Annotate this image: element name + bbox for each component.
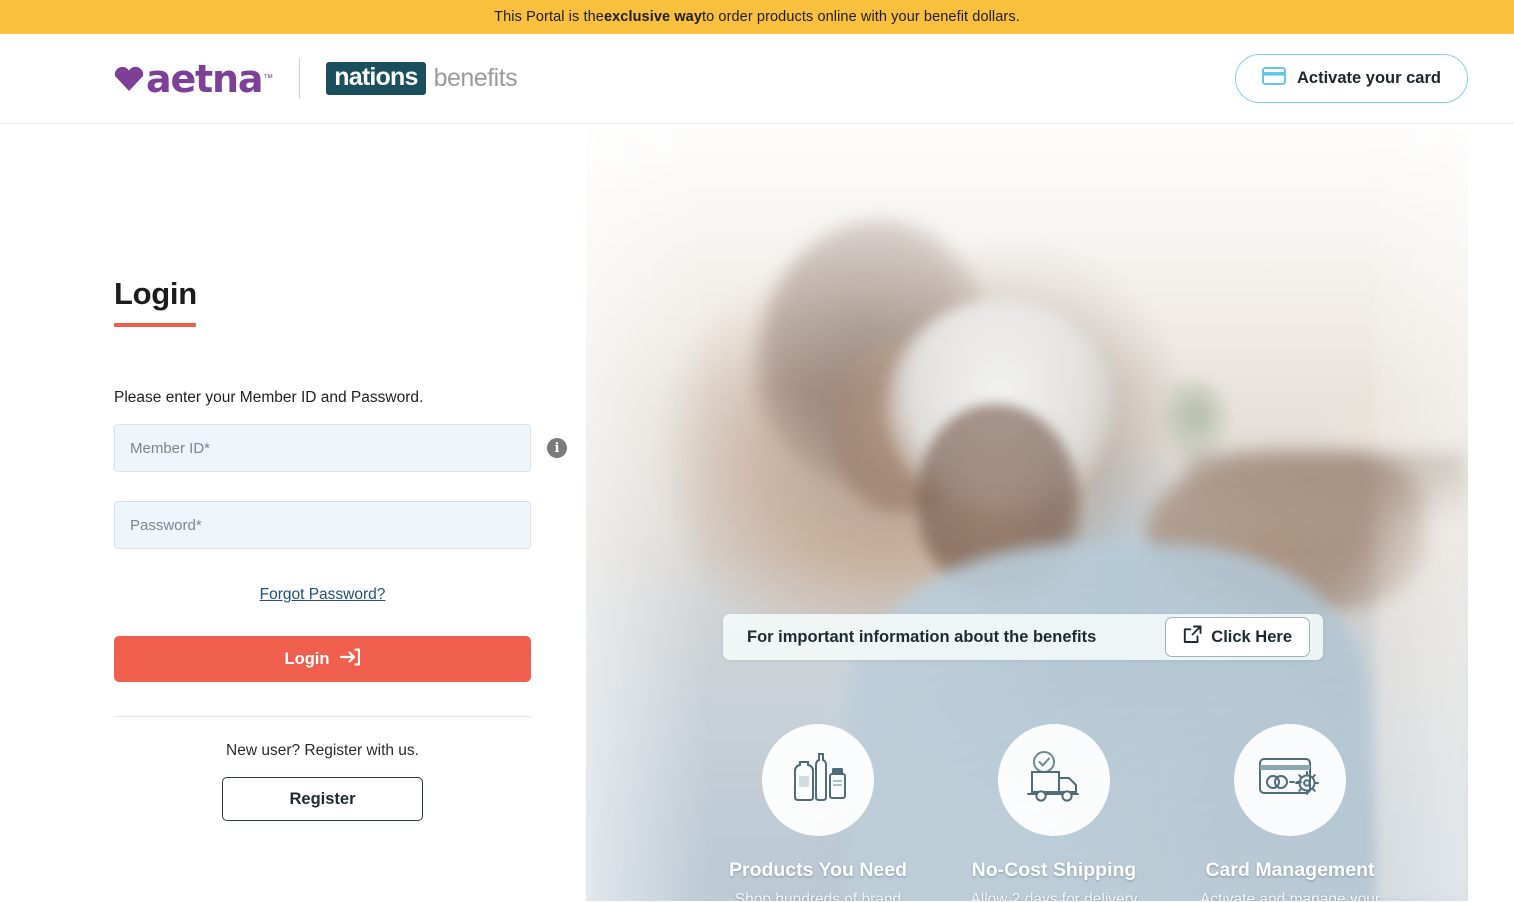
info-icon[interactable]: i — [547, 438, 567, 458]
card-settings-icon — [1257, 753, 1323, 808]
register-button[interactable]: Register — [222, 777, 423, 821]
login-panel: Login Please enter your Member ID and Pa… — [0, 124, 586, 901]
feature-description: Activate and manage your — [1199, 891, 1381, 901]
page-body: Login Please enter your Member ID and Pa… — [0, 124, 1514, 901]
page-title: Login — [114, 276, 197, 311]
member-id-row: i — [114, 424, 586, 472]
password-row — [114, 501, 586, 549]
promo-text-before: This Portal is the — [494, 9, 604, 25]
section-divider — [114, 716, 531, 717]
logo-divider — [299, 58, 301, 99]
click-here-label: Click Here — [1211, 627, 1292, 646]
promo-text-after: to order products online with your benef… — [702, 9, 1020, 25]
feature-card-management: Card Management Activate and manage your — [1172, 724, 1408, 901]
delivery-truck-icon — [1022, 750, 1086, 811]
forgot-password-row: Forgot Password? — [114, 586, 531, 604]
forgot-password-link[interactable]: Forgot Password? — [260, 586, 386, 603]
feature-title: No-Cost Shipping — [971, 859, 1137, 881]
benefits-label: benefits — [433, 64, 518, 93]
password-input[interactable] — [114, 501, 531, 549]
trademark-symbol: ™ — [263, 73, 274, 84]
promo-banner: This Portal is the exclusive way to orde… — [0, 0, 1514, 34]
member-id-input[interactable] — [114, 424, 531, 472]
heart-icon — [114, 65, 144, 92]
feature-icon-circle — [998, 724, 1110, 836]
feature-products-you-need: Products You Need Shop hundreds of brand — [700, 724, 936, 901]
feature-title: Card Management — [1205, 859, 1375, 881]
nations-label: nations — [326, 62, 426, 95]
login-button[interactable]: Login — [114, 636, 531, 682]
click-here-button[interactable]: Click Here — [1165, 617, 1310, 657]
login-instruction: Please enter your Member ID and Password… — [114, 389, 424, 406]
nations-benefits-logo[interactable]: nations benefits — [326, 62, 518, 95]
feature-icon-circle — [762, 724, 874, 836]
site-header: aetna ™ nations benefits Activate your c… — [0, 34, 1514, 124]
bottles-icon — [787, 749, 849, 812]
register-row: Register — [114, 777, 531, 821]
activate-card-button[interactable]: Activate your card — [1235, 54, 1468, 103]
feature-title: Products You Need — [728, 859, 908, 881]
aetna-logo[interactable]: aetna ™ — [114, 60, 273, 98]
benefits-info-text: For important information about the bene… — [747, 627, 1097, 646]
logo-group: aetna ™ nations benefits — [114, 58, 518, 99]
benefits-info-strip: For important information about the bene… — [723, 614, 1323, 660]
feature-no-cost-shipping: No-Cost Shipping Allow 2 days for delive… — [936, 724, 1172, 901]
feature-list: Products You Need Shop hundreds of brand — [700, 724, 1460, 901]
aetna-wordmark: aetna — [146, 56, 263, 101]
promo-text-bold: exclusive way — [603, 9, 702, 25]
new-user-text: New user? Register with us. — [226, 742, 419, 759]
feature-icon-circle — [1234, 724, 1346, 836]
activate-card-label: Activate your card — [1297, 69, 1441, 87]
feature-description: Shop hundreds of brand — [734, 891, 902, 901]
title-underline — [114, 323, 196, 327]
external-link-icon — [1183, 625, 1202, 649]
feature-description: Allow 2 days for delivery — [970, 891, 1138, 901]
login-button-label: Login — [284, 649, 330, 668]
hero-panel: For important information about the bene… — [586, 124, 1514, 901]
credit-card-icon — [1262, 67, 1287, 90]
login-arrow-icon — [340, 648, 361, 671]
